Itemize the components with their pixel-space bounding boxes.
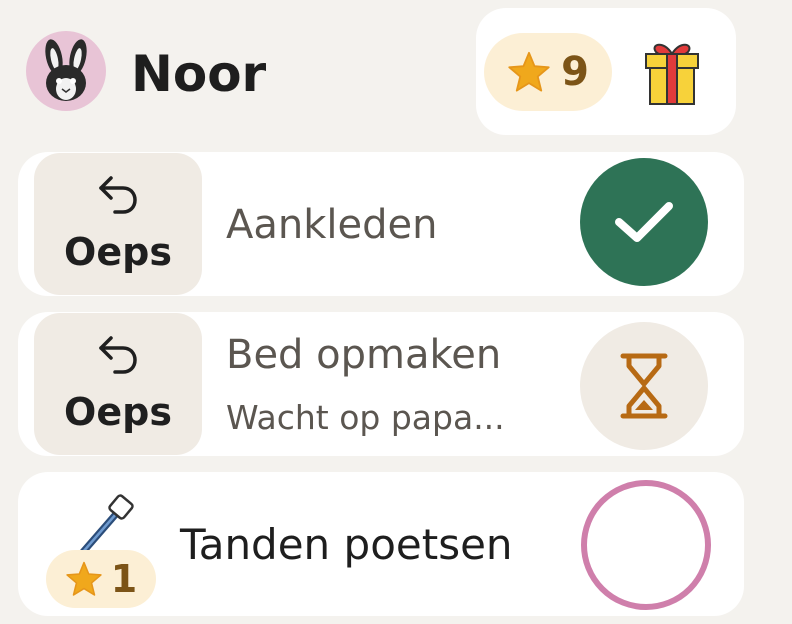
reward-panel[interactable]: 9 <box>476 8 736 135</box>
undo-button[interactable]: Oeps <box>34 153 202 295</box>
undo-label: Oeps <box>64 230 172 274</box>
task-star-badge: 1 <box>46 550 156 608</box>
undo-icon <box>99 176 137 214</box>
task-card[interactable]: Oeps Aankleden <box>18 152 744 296</box>
star-count: 9 <box>561 49 589 95</box>
task-status-waiting <box>580 322 708 450</box>
rabbit-icon <box>45 39 87 101</box>
undo-label: Oeps <box>64 390 172 434</box>
hourglass-icon <box>620 353 668 419</box>
undo-button[interactable]: Oeps <box>34 313 202 455</box>
task-title: Aankleden <box>226 202 438 248</box>
child-name: Noor <box>131 45 267 103</box>
task-status-done[interactable] <box>580 158 708 286</box>
undo-icon <box>99 336 137 374</box>
star-total-badge: 9 <box>484 33 612 111</box>
task-title: Tanden poetsen <box>180 520 513 569</box>
checkmark-icon <box>615 202 673 242</box>
task-status-todo[interactable] <box>581 480 711 610</box>
gift-icon <box>645 43 699 105</box>
star-icon <box>66 561 102 596</box>
gift-button[interactable] <box>642 38 702 110</box>
task-title: Bed opmaken <box>226 332 502 378</box>
task-star-count: 1 <box>110 557 138 601</box>
avatar[interactable] <box>26 31 106 111</box>
task-card[interactable]: Oeps Bed opmaken Wacht op papa... <box>18 312 744 456</box>
task-card[interactable]: 1 Tanden poetsen <box>18 472 744 616</box>
star-icon <box>508 51 550 92</box>
task-status-text: Wacht op papa... <box>226 398 505 437</box>
